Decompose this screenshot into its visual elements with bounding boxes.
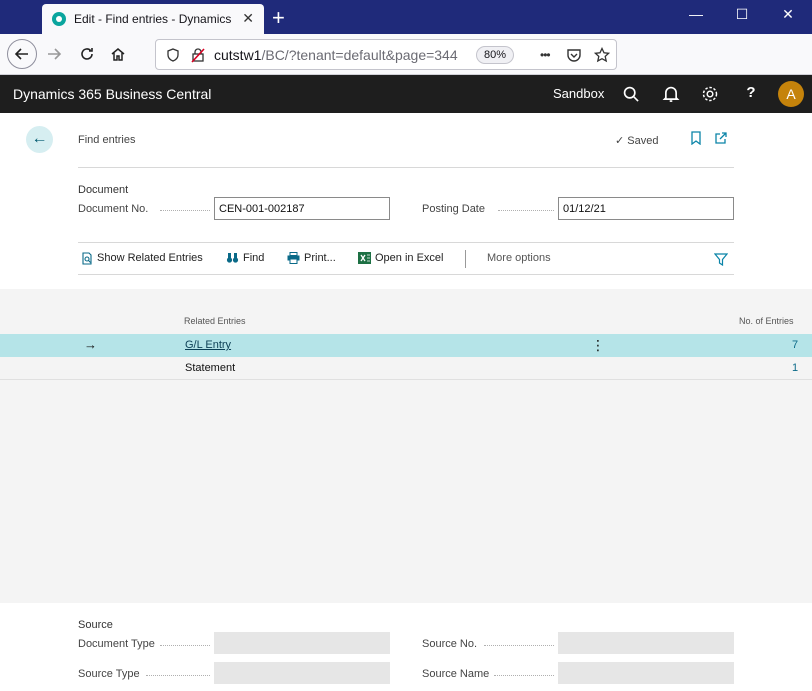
open-in-excel-button[interactable]: Open in Excel xyxy=(358,252,443,264)
new-tab-button[interactable]: + xyxy=(272,5,285,31)
tab-title: Edit - Find entries - Dynamics 3 xyxy=(74,12,234,26)
browser-title-bar: Edit - Find entries - Dynamics 3 ✕ + — ☐… xyxy=(0,0,812,34)
document-search-icon xyxy=(80,252,93,265)
reload-button[interactable] xyxy=(75,42,99,66)
column-header-no-of-entries[interactable]: No. of Entries xyxy=(739,316,794,326)
gear-icon[interactable] xyxy=(701,85,719,103)
posting-date-label: Posting Date xyxy=(422,203,485,215)
find-label: Find xyxy=(243,252,265,264)
source-type-leader xyxy=(146,675,210,676)
page-back-button[interactable]: ← xyxy=(26,126,53,153)
printer-icon xyxy=(287,252,300,264)
open-new-window-icon[interactable] xyxy=(714,131,728,145)
action-bar: Show Related Entries Find Print... Open … xyxy=(78,242,734,275)
entry-name[interactable]: Statement xyxy=(185,362,235,374)
browser-forward-button[interactable] xyxy=(42,42,66,66)
source-type-field xyxy=(214,662,390,684)
source-name-leader xyxy=(494,675,554,676)
source-no-field xyxy=(558,632,734,654)
header-divider xyxy=(78,167,734,168)
excel-icon xyxy=(358,252,371,264)
entry-count[interactable]: 1 xyxy=(792,362,798,374)
row-actions-menu-icon[interactable]: ⋮ xyxy=(591,337,605,354)
table-row[interactable]: → G/L Entry ⋮ 7 xyxy=(0,334,812,357)
search-icon[interactable] xyxy=(622,85,640,103)
browser-tab[interactable]: Edit - Find entries - Dynamics 3 ✕ xyxy=(42,4,264,34)
table-row[interactable]: Statement 1 xyxy=(0,357,812,380)
row-selected-arrow-icon: → xyxy=(84,337,97,352)
minimize-button[interactable]: — xyxy=(686,6,706,22)
print-button[interactable]: Print... xyxy=(287,252,336,264)
entry-count[interactable]: 7 xyxy=(792,339,798,351)
forward-arrow-icon xyxy=(48,48,62,60)
help-icon[interactable]: ? xyxy=(742,84,760,102)
open-in-excel-label: Open in Excel xyxy=(375,252,444,264)
document-section-label: Document xyxy=(78,184,129,196)
shield-icon xyxy=(167,48,179,62)
show-related-entries-label: Show Related Entries xyxy=(97,252,203,264)
source-name-label: Source Name xyxy=(422,668,490,680)
close-window-button[interactable]: ✕ xyxy=(778,6,798,23)
tab-close-icon[interactable]: ✕ xyxy=(242,10,254,27)
posting-date-leader xyxy=(498,210,554,211)
url-bar[interactable]: cutstw1/BC/?tenant=default&page=344 80% … xyxy=(155,39,617,70)
document-no-field[interactable]: CEN-001-002187 xyxy=(214,197,390,220)
bell-icon[interactable] xyxy=(662,85,680,103)
column-header-related-entries[interactable]: Related Entries xyxy=(184,316,246,326)
show-related-entries-button[interactable]: Show Related Entries xyxy=(80,252,203,265)
source-type-label: Source Type xyxy=(78,668,140,680)
binoculars-icon xyxy=(226,252,239,264)
document-type-label: Document Type xyxy=(78,638,155,650)
document-type-field xyxy=(214,632,390,654)
entry-name-link[interactable]: G/L Entry xyxy=(185,339,231,351)
pocket-icon[interactable] xyxy=(566,47,582,63)
more-options-button[interactable]: More options xyxy=(487,252,551,264)
app-header-bar: Dynamics 365 Business Central Sandbox ? … xyxy=(0,75,812,113)
filter-icon[interactable] xyxy=(714,253,728,266)
maximize-button[interactable]: ☐ xyxy=(732,6,752,23)
app-title[interactable]: Dynamics 365 Business Central xyxy=(13,86,211,102)
home-button[interactable] xyxy=(106,42,130,66)
source-name-field xyxy=(558,662,734,684)
avatar[interactable]: A xyxy=(778,81,804,107)
zoom-level[interactable]: 80% xyxy=(476,46,514,64)
environment-label: Sandbox xyxy=(553,86,605,101)
document-no-label: Document No. xyxy=(78,203,149,215)
source-no-label: Source No. xyxy=(422,638,478,650)
page-actions-more-icon[interactable]: ••• xyxy=(540,48,551,62)
browser-back-button[interactable] xyxy=(7,39,37,69)
home-icon xyxy=(111,48,125,61)
dynamics-favicon-icon xyxy=(52,12,66,26)
bookmark-star-icon[interactable] xyxy=(594,47,610,63)
source-section-label: Source xyxy=(78,619,113,631)
print-label: Print... xyxy=(304,252,336,264)
browser-nav-bar: cutstw1/BC/?tenant=default&page=344 80% … xyxy=(0,34,812,97)
reload-icon xyxy=(81,48,93,60)
document-no-leader xyxy=(160,210,210,211)
action-separator xyxy=(465,250,466,268)
posting-date-field[interactable]: 01/12/21 xyxy=(558,197,734,220)
saved-status: ✓ Saved xyxy=(615,135,659,147)
source-no-leader xyxy=(484,645,554,646)
page-title: Find entries xyxy=(78,134,136,146)
url-text: cutstw1/BC/?tenant=default&page=344 xyxy=(214,47,458,63)
find-button[interactable]: Find xyxy=(226,252,264,264)
document-type-leader xyxy=(160,645,210,646)
bookmark-icon[interactable] xyxy=(690,131,702,145)
back-arrow-icon xyxy=(14,48,28,60)
insecure-lock-icon xyxy=(191,48,205,63)
